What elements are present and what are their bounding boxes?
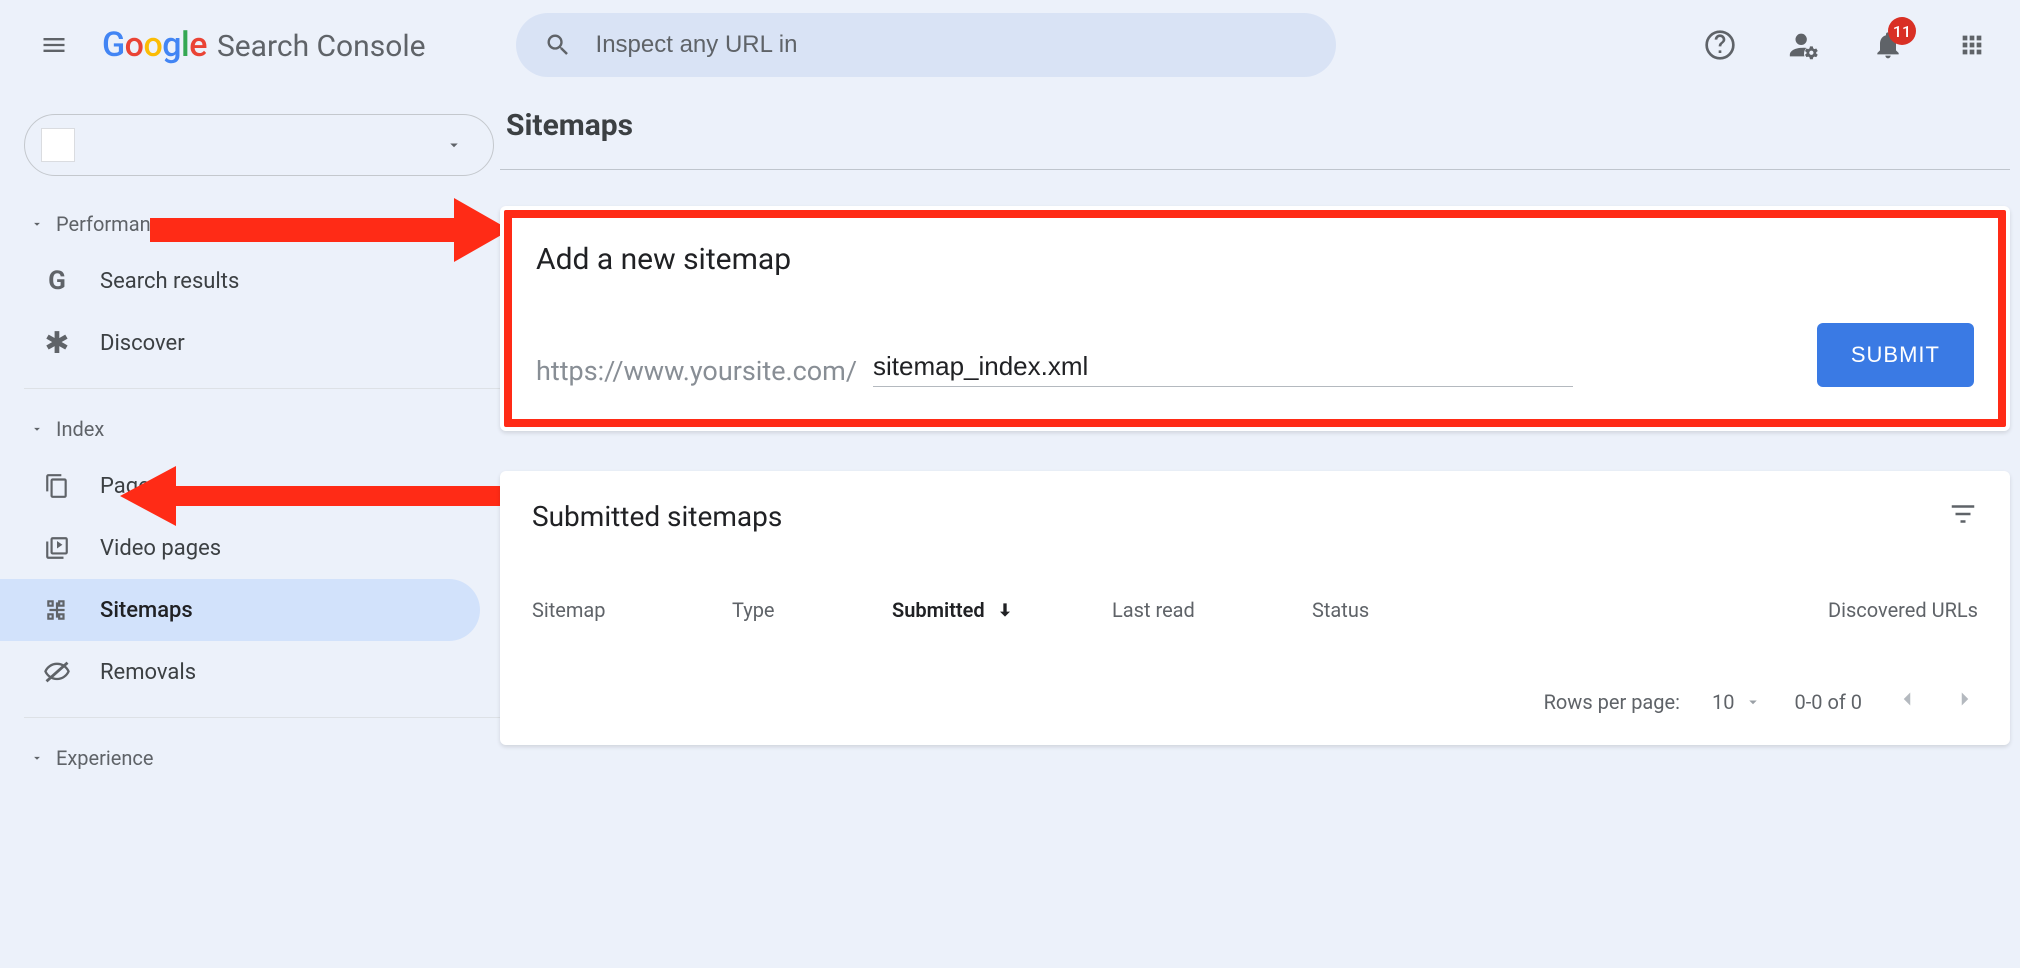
page-title: Sitemaps (500, 90, 2010, 169)
rows-value: 10 (1712, 690, 1734, 714)
section-index[interactable]: Index (0, 403, 500, 455)
add-sitemap-title: Add a new sitemap (536, 242, 1974, 277)
section-label: Performance (56, 212, 172, 236)
sidebar-item-label: Search results (100, 269, 239, 294)
chevron-down-icon (30, 422, 44, 436)
sitemap-url-prefix: https://www.yoursite.com/ (536, 355, 857, 387)
table-pagination: Rows per page: 10 0-0 of 0 (532, 686, 1978, 717)
brand-logo: Google Search Console (102, 25, 426, 65)
google-g-icon: G (42, 266, 72, 296)
apps-grid-icon (1958, 31, 1986, 59)
url-inspect-search[interactable] (516, 13, 1336, 77)
rows-per-page-label: Rows per page: (1544, 690, 1680, 714)
submitted-sitemaps-card: Submitted sitemaps Sitemap Type Submitte… (500, 471, 2010, 745)
help-button[interactable] (1702, 27, 1738, 63)
divider (24, 388, 500, 389)
rows-per-page-select[interactable]: 10 (1712, 690, 1762, 714)
sitemap-icon (42, 595, 72, 625)
pages-icon (42, 471, 72, 501)
col-type[interactable]: Type (732, 598, 892, 622)
search-icon (544, 31, 572, 59)
section-experience[interactable]: Experience (0, 732, 500, 784)
notifications-badge: 11 (1888, 17, 1916, 45)
sidebar-item-video-pages[interactable]: Video pages (0, 517, 480, 579)
sidebar-item-label: Video pages (100, 536, 221, 561)
sidebar: Performance G Search results ✱ Discover … (0, 90, 500, 785)
menu-button[interactable] (30, 21, 78, 69)
sitemap-url-input[interactable] (873, 351, 1573, 387)
submitted-sitemaps-title: Submitted sitemaps (532, 500, 782, 533)
next-page-button[interactable] (1952, 686, 1978, 717)
col-submitted[interactable]: Submitted (892, 598, 1112, 622)
hamburger-icon (40, 31, 68, 59)
col-discovered-urls[interactable]: Discovered URLs (1542, 598, 1978, 622)
col-last-read[interactable]: Last read (1112, 598, 1312, 622)
chevron-down-icon (30, 217, 44, 231)
sidebar-item-removals[interactable]: Removals (0, 641, 480, 703)
removals-icon (42, 657, 72, 687)
sidebar-item-label: Discover (100, 331, 185, 356)
chevron-right-icon (1952, 686, 1978, 712)
video-pages-icon (42, 533, 72, 563)
filter-icon (1948, 499, 1978, 529)
section-performance[interactable]: Performance (0, 198, 500, 250)
help-icon (1704, 29, 1736, 61)
apps-button[interactable] (1954, 27, 1990, 63)
sidebar-item-label: Sitemaps (100, 598, 193, 623)
divider (500, 169, 2010, 170)
sidebar-item-label: Removals (100, 660, 196, 685)
add-sitemap-card: Add a new sitemap https://www.yoursite.c… (500, 206, 2010, 431)
prev-page-button[interactable] (1894, 686, 1920, 717)
url-inspect-input[interactable] (596, 31, 1308, 59)
col-label: Submitted (892, 598, 985, 622)
header-actions: 11 (1702, 27, 1990, 63)
sidebar-item-pages[interactable]: Pages (0, 455, 480, 517)
page-range: 0-0 of 0 (1794, 690, 1862, 714)
sidebar-item-label: Pages (100, 474, 161, 499)
asterisk-icon: ✱ (42, 328, 72, 358)
sidebar-item-sitemaps[interactable]: Sitemaps (0, 579, 480, 641)
notifications-button[interactable]: 11 (1870, 27, 1906, 63)
sitemaps-table-header: Sitemap Type Submitted Last read Status … (532, 598, 1978, 642)
property-selector[interactable] (24, 114, 494, 176)
chevron-down-icon (445, 136, 463, 154)
col-status[interactable]: Status (1312, 598, 1542, 622)
chevron-left-icon (1894, 686, 1920, 712)
manage-users-button[interactable] (1786, 27, 1822, 63)
property-thumbnail (41, 128, 75, 162)
sidebar-item-discover[interactable]: ✱ Discover (0, 312, 480, 374)
col-sitemap[interactable]: Sitemap (532, 598, 732, 622)
section-label: Experience (56, 746, 154, 770)
divider (24, 717, 500, 718)
google-logo-text: Google (102, 25, 207, 65)
app-header: Google Search Console 11 (0, 0, 2020, 90)
sort-desc-icon (995, 600, 1015, 620)
chevron-down-icon (1744, 693, 1762, 711)
section-label: Index (56, 417, 104, 441)
submit-button[interactable]: SUBMIT (1817, 323, 1974, 387)
filter-button[interactable] (1948, 499, 1978, 534)
chevron-down-icon (30, 751, 44, 765)
product-name: Search Console (217, 29, 426, 64)
user-settings-icon (1787, 28, 1821, 62)
sidebar-item-search-results[interactable]: G Search results (0, 250, 480, 312)
